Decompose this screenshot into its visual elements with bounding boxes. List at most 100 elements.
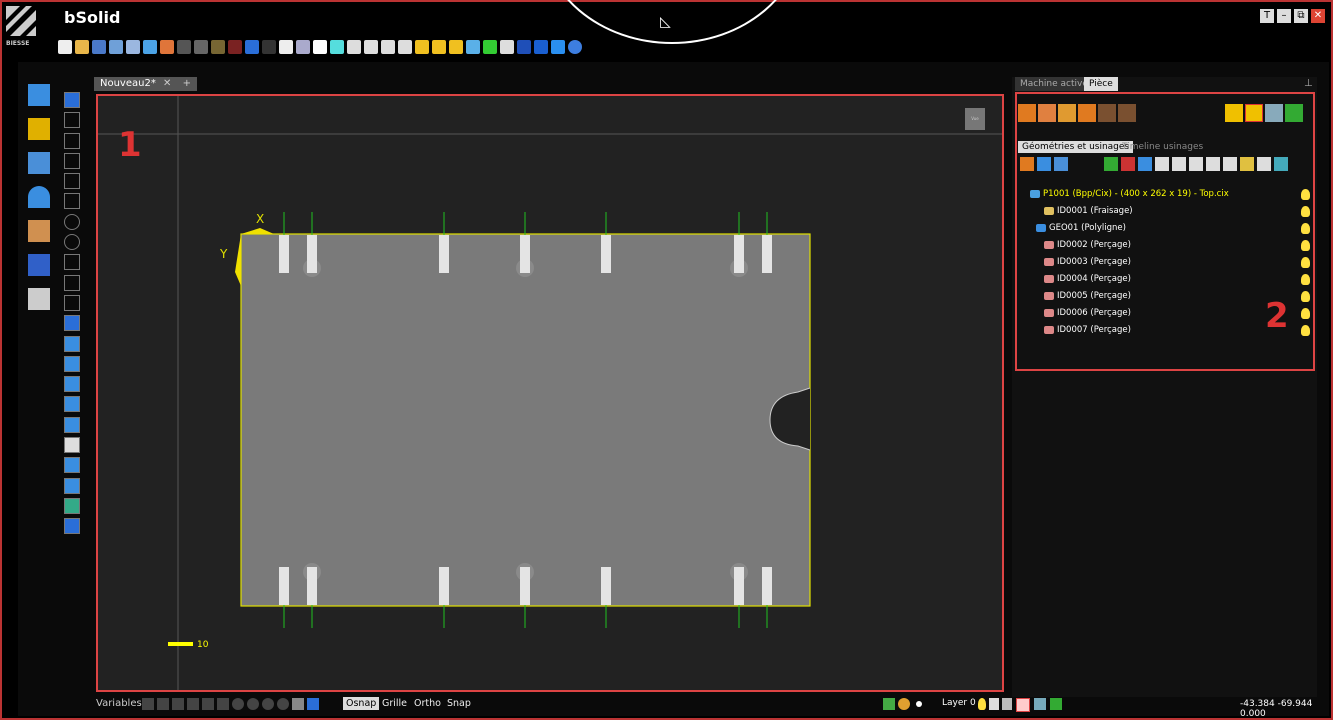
view-cube-button[interactable]: Vue [965,108,985,130]
tree-item[interactable]: ID0001 (Fraisage) [1028,203,1310,220]
view-right-icon[interactable] [398,40,412,54]
edge-icon[interactable] [1078,104,1096,122]
view-top-icon[interactable] [415,40,429,54]
view-back-icon[interactable] [364,40,378,54]
set-square-icon[interactable]: ◺ [660,14,671,30]
add-tab-icon[interactable]: + [183,78,191,89]
snap-mid-icon[interactable] [157,698,169,710]
drawing-canvas[interactable]: X Y [96,94,1004,692]
redo-icon[interactable] [262,40,276,54]
snap-near-icon[interactable] [217,698,229,710]
uncheck-all-icon[interactable] [1121,157,1135,171]
paste-icon[interactable] [211,40,225,54]
export-small-icon[interactable] [1206,157,1220,171]
sketch-small-icon[interactable] [1037,157,1051,171]
measure-icon[interactable] [483,40,497,54]
circle-icon[interactable] [64,213,80,230]
axes-icon[interactable] [1285,104,1303,122]
view-front-icon[interactable] [347,40,361,54]
arc-icon[interactable] [64,132,80,149]
visibility-bulb-icon[interactable] [1301,240,1310,251]
view-bottom-icon[interactable] [432,40,446,54]
view-iso-icon[interactable] [449,40,463,54]
close-tab-icon[interactable]: ✕ [163,78,171,89]
snap-quadrant-icon[interactable] [247,698,259,710]
solid-view-icon[interactable] [466,40,480,54]
tools-icon[interactable] [28,288,50,310]
snap-point-icon[interactable] [277,698,289,710]
tooling-icon[interactable] [28,220,50,242]
terrain-icon[interactable] [64,497,80,514]
visibility-bulb-icon[interactable] [1301,308,1310,319]
visibility-bulb-icon[interactable] [1301,223,1310,234]
dimension-icon[interactable] [28,186,50,208]
view-layers-icon[interactable] [1034,698,1046,710]
ellipse-icon[interactable] [64,234,80,251]
visibility-bulb-icon[interactable] [1301,206,1310,217]
play-icon[interactable] [1172,157,1186,171]
layout-icon[interactable] [1225,104,1243,122]
snap-settings-icon[interactable] [307,698,319,710]
snap-perp-icon[interactable] [187,698,199,710]
spline-icon[interactable] [64,173,80,190]
visibility-bulb-icon[interactable] [1301,257,1310,268]
tab-piece[interactable]: Pièce [1084,77,1118,91]
text-icon[interactable] [64,274,80,291]
sweep-icon[interactable] [64,355,80,372]
sketch-icon[interactable] [28,84,50,106]
report-icon[interactable] [1274,157,1288,171]
text-curve-icon[interactable] [64,294,80,311]
torus-icon[interactable] [64,457,80,474]
tab-timeline[interactable]: Timeline usinages [1118,141,1207,153]
save-small-icon[interactable] [1257,157,1271,171]
document-icon[interactable] [1223,157,1237,171]
tab-geometries[interactable]: Géométries et usinages [1018,141,1134,153]
copy-icon[interactable] [194,40,208,54]
snap-intersect-icon[interactable] [172,698,184,710]
snap-node-icon[interactable] [262,698,274,710]
open-folder-icon[interactable] [75,40,89,54]
export-icon[interactable] [143,40,157,54]
cylinder-icon[interactable] [64,437,80,454]
print-icon[interactable] [160,40,174,54]
document-tab[interactable]: Nouveau2* ✕ + [94,77,197,91]
snap-toggle[interactable]: Snap [444,697,474,710]
draw-line-icon[interactable] [28,152,50,174]
panel-icon[interactable] [1018,104,1036,122]
tree-item[interactable]: ID0003 (Perçage) [1028,254,1310,271]
3d-box-icon[interactable] [1265,104,1283,122]
ortho-toggle[interactable]: Ortho [411,697,444,710]
move-icon[interactable] [279,40,293,54]
minimize-button[interactable]: – [1277,9,1291,23]
mirror-icon[interactable] [1098,104,1116,122]
delete-icon[interactable] [228,40,242,54]
note-icon[interactable] [1189,157,1203,171]
layer-visible-icon[interactable] [978,698,986,710]
zoom-icon[interactable] [330,40,344,54]
tree-item[interactable]: ID0002 (Perçage) [1028,237,1310,254]
view-2d-icon[interactable] [1016,698,1030,712]
edit-icon[interactable] [1240,157,1254,171]
snap-center-icon[interactable] [232,698,244,710]
rotate-icon[interactable] [296,40,310,54]
part-viewport[interactable]: X Y [98,96,1002,690]
save-icon[interactable] [92,40,106,54]
layer-selector[interactable]: Layer 0 [942,698,976,708]
fit-icon[interactable] [28,118,50,140]
grid-toggle[interactable]: Grille [379,697,410,710]
add-machining-icon[interactable] [1038,104,1056,122]
tree-item[interactable]: ID0004 (Perçage) [1028,271,1310,288]
line-small-icon[interactable] [1054,157,1068,171]
visibility-bulb-icon[interactable] [1301,291,1310,302]
loft-icon[interactable] [64,376,80,393]
mesh-icon[interactable] [64,518,80,535]
drill-add-icon[interactable] [1058,104,1076,122]
import-icon[interactable] [126,40,140,54]
polygon-icon[interactable] [64,254,80,271]
tree-item[interactable]: GEO01 (Polyligne) [1028,220,1310,237]
text-mode-button[interactable]: T [1260,9,1274,23]
snap-icon[interactable] [500,40,514,54]
snap-tangent-icon[interactable] [202,698,214,710]
layer-lock-icon[interactable] [989,698,999,710]
snap-grid-icon[interactable] [292,698,304,710]
